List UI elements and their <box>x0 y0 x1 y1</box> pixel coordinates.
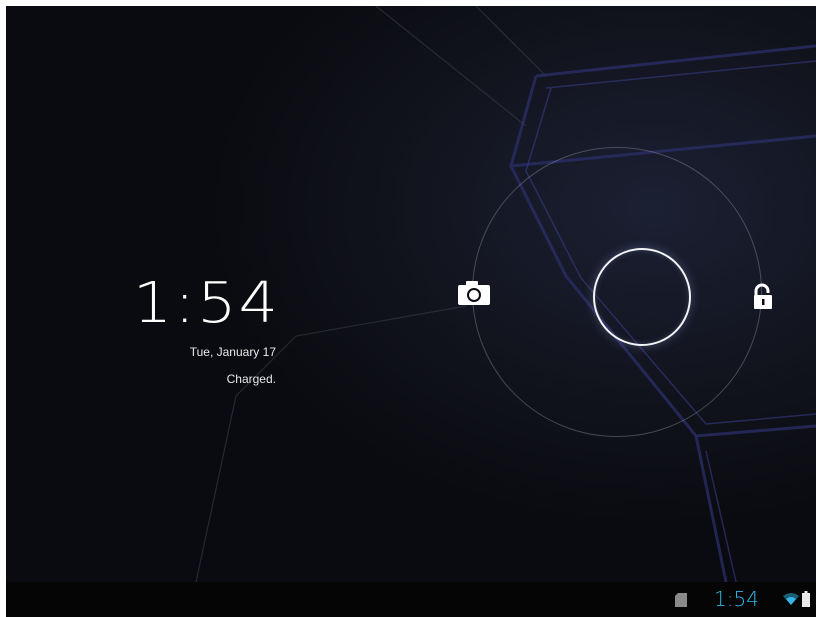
lockscreen: 1:54 Tue, January 17 Charged. 1:54 <box>6 6 816 617</box>
wifi-icon <box>783 593 799 605</box>
lockscreen-clock: 1:54 <box>132 269 280 336</box>
camera-icon[interactable] <box>456 280 492 306</box>
battery-icon <box>802 591 810 607</box>
status-bar-clock: 1:54 <box>714 587 759 611</box>
unlock-handle[interactable] <box>593 248 691 346</box>
unlock-icon[interactable] <box>751 283 775 311</box>
lockscreen-date: Tue, January 17 <box>189 345 276 359</box>
system-bar: 1:54 <box>6 582 816 617</box>
charging-status: Charged. <box>226 372 276 386</box>
sd-card-icon <box>675 593 687 607</box>
